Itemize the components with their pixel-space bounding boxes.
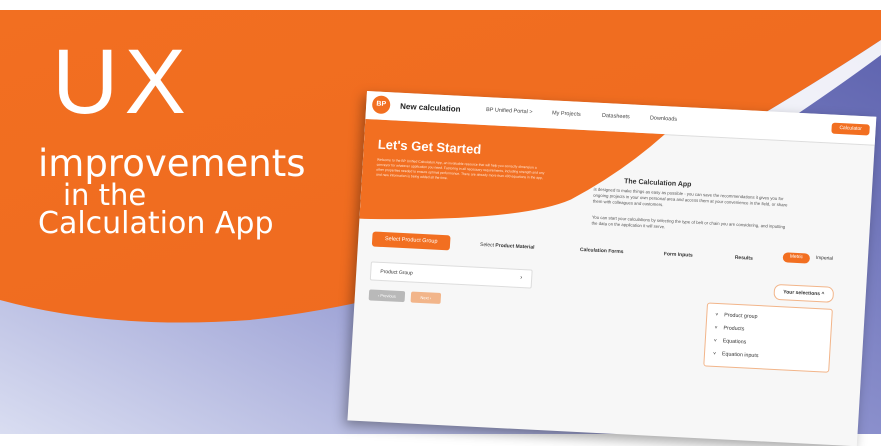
selection-item-equations[interactable]: ˅ Equations — [714, 338, 747, 346]
nav-item-datasheets[interactable]: Datasheets — [602, 113, 630, 120]
next-button[interactable]: Next › — [410, 291, 442, 304]
selection-label: Equations — [722, 338, 747, 346]
chevron-right-icon: › — [520, 274, 523, 282]
bp-logo-icon[interactable]: BP — [371, 95, 391, 115]
white-top-border — [0, 0, 881, 10]
step-2-prefix: Select — [479, 241, 496, 249]
selections-dropdown: ˅ Product group ˅ Products ˅ Equations ˅ Equ… — [703, 302, 833, 373]
previous-button[interactable]: ‹ Previous — [368, 289, 406, 303]
nav-item-downloads[interactable]: Downloads — [650, 115, 678, 122]
step-results[interactable]: Results — [735, 255, 753, 262]
nav-item-portal[interactable]: BP Unified Portal > — [486, 107, 533, 115]
step-form-inputs[interactable]: Form Inputs — [664, 251, 693, 258]
hero-headline: UX — [52, 31, 192, 133]
chevron-down-icon: ˅ — [713, 337, 717, 344]
product-group-label: Product Group — [380, 268, 413, 277]
selection-label: Products — [723, 325, 745, 333]
selection-label: Equation inputs — [721, 351, 759, 360]
app-mockup-screenshot: BP New calculation BP Unified Portal > M… — [347, 91, 877, 446]
selection-label: Product group — [724, 312, 758, 321]
metric-toggle[interactable]: Metric — [782, 252, 811, 264]
calculator-button[interactable]: Calculator — [831, 122, 870, 136]
imperial-toggle[interactable]: Imperial — [816, 256, 833, 262]
your-selections-toggle[interactable]: Your selections ^ — [773, 283, 835, 303]
selection-item-product-group[interactable]: ˅ Product group — [715, 312, 758, 320]
chevron-down-icon: ˅ — [712, 350, 717, 357]
nav-item-my-projects[interactable]: My Projects — [552, 110, 581, 117]
step-calculation-forms[interactable]: Calculation Forms — [580, 247, 624, 255]
selection-item-products[interactable]: ˅ Products — [714, 325, 744, 332]
hero-line-improvements: improvements — [38, 142, 306, 185]
nav-title: New calculation — [399, 101, 461, 114]
hero-line-calculation-app: Calculation App — [38, 206, 274, 241]
selection-item-equation-inputs[interactable]: ˅ Equation inputs — [713, 351, 759, 359]
step-select-product-material[interactable]: Select Product Material — [480, 242, 535, 251]
chevron-down-icon: ˅ — [715, 311, 719, 319]
product-group-select[interactable]: Product Group › — [369, 261, 533, 289]
step-select-product-group[interactable]: Select Product Group — [371, 231, 451, 251]
step-2-bold: Product Material — [495, 242, 535, 251]
chevron-down-icon: ˅ — [714, 324, 718, 332]
